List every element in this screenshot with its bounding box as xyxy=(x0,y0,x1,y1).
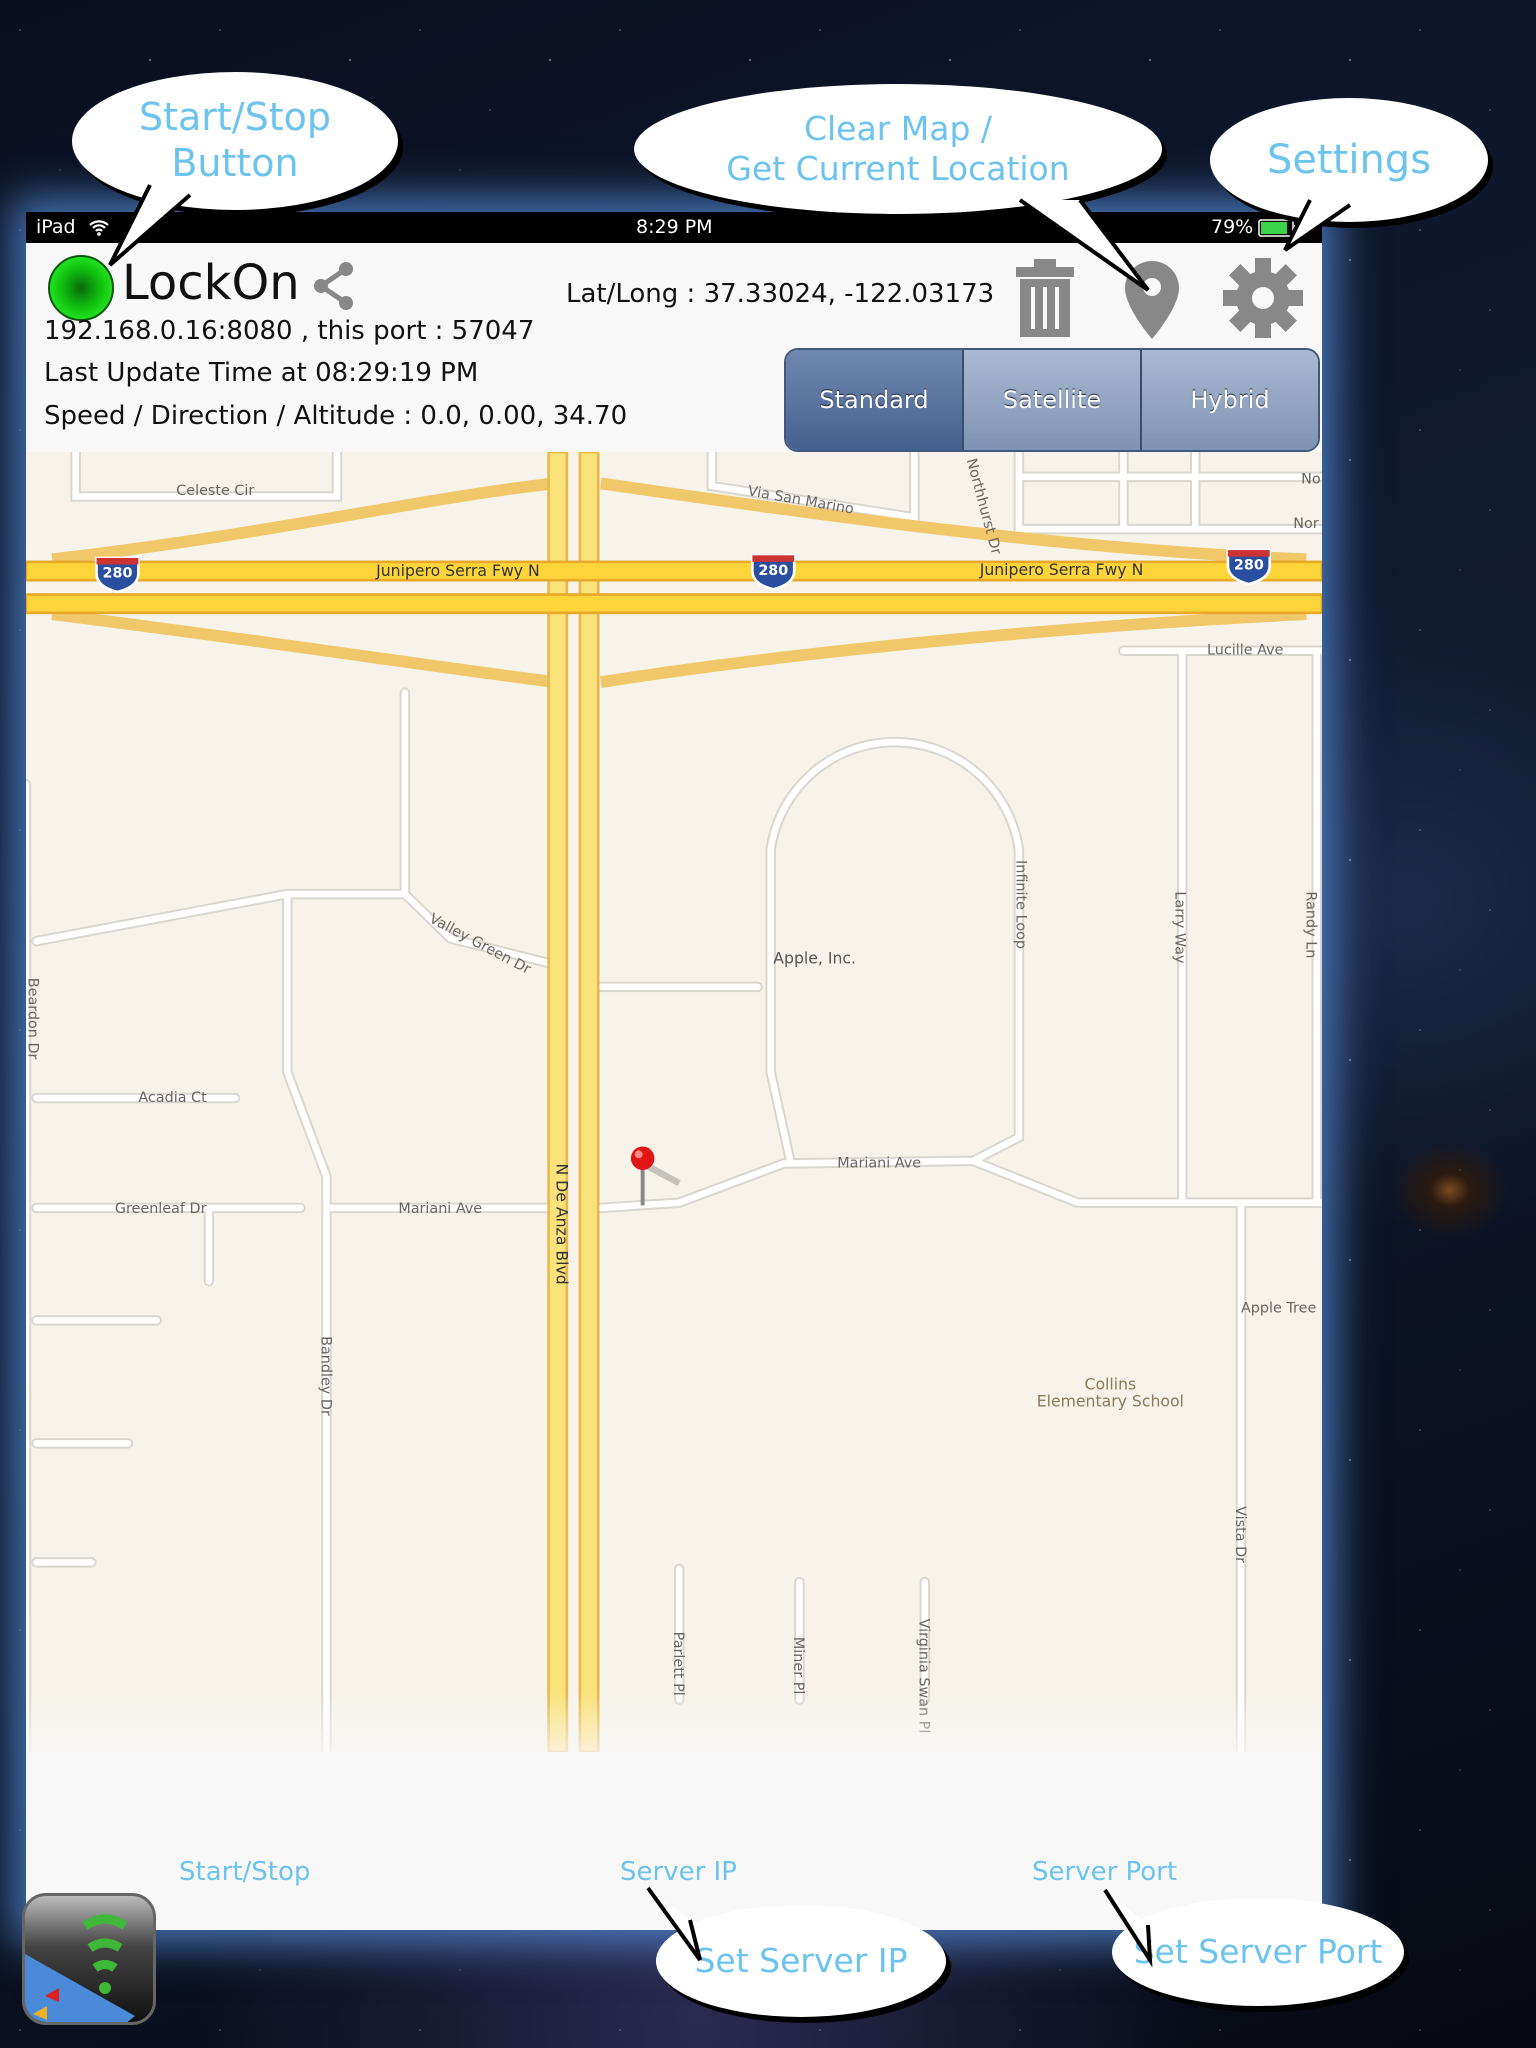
callout-pointers xyxy=(108,184,1352,1968)
